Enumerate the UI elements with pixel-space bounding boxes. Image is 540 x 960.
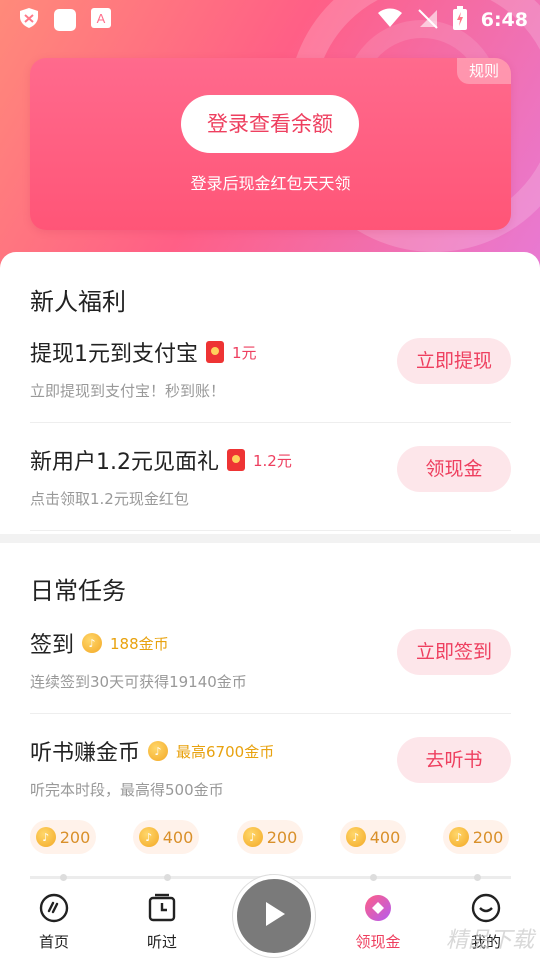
login-subtitle: 登录后现金红包天天领 [190, 174, 351, 193]
history-icon [147, 893, 177, 923]
rules-button[interactable]: 规则 [456, 58, 511, 84]
task-reward: 最高6700金币 [176, 742, 275, 761]
listen-button[interactable]: 去听书 [397, 737, 511, 783]
watermark: 精品下载 [445, 928, 534, 953]
task-withdraw: 提现1元到支付宝 1元 立即提现到支付宝！秒到账！ 立即提现 [30, 314, 511, 423]
task-name: 提现1元到支付宝 [30, 342, 198, 367]
task-name: 听书赚金币 [30, 741, 141, 766]
coin-icon: ♪ [345, 827, 366, 847]
task-description: 听完本时段，最高得500金币 [30, 781, 224, 799]
font-notification-icon: A [90, 7, 112, 33]
coin-icon: ♪ [242, 827, 263, 847]
withdraw-button[interactable]: 立即提现 [397, 338, 511, 384]
no-signal-icon [417, 7, 439, 33]
task-name: 签到 [30, 633, 75, 658]
coin-icon: ♪ [138, 827, 159, 847]
task-reward: 188金币 [110, 634, 169, 653]
app-notification-icon [54, 9, 76, 31]
wifi-icon [377, 8, 403, 32]
red-packet-icon [227, 449, 245, 471]
cash-icon [363, 893, 393, 923]
clock: 6:48 [480, 9, 528, 31]
status-bar: A 6:48 [0, 0, 540, 38]
red-packet-icon [206, 341, 224, 363]
task-description: 连续签到30天可获得19140金币 [30, 673, 247, 691]
coin-icon: ♪ [82, 633, 103, 653]
battery-charging-icon [452, 6, 467, 34]
task-checkin: 签到 ♪ 188金币 连续签到30天可获得19140金币 立即签到 [30, 605, 511, 714]
task-new-user-gift: 新用户1.2元见面礼 1.2元 点击领取1.2元现金红包 领现金 [30, 422, 511, 531]
play-icon [261, 900, 287, 932]
balance-card: 规则 登录查看余额 登录后现金红包天天领 [30, 58, 511, 230]
coin-icon: ♪ [448, 827, 469, 847]
play-button[interactable] [233, 875, 315, 957]
progress-reward: ♪ 200 [443, 820, 509, 854]
svg-text:A: A [97, 11, 106, 26]
coin-icon: ♪ [35, 827, 56, 847]
task-description: 立即提现到支付宝！秒到账！ [30, 382, 226, 400]
section-title-newbie: 新人福利 [30, 288, 126, 316]
task-description: 点击领取1.2元现金红包 [30, 490, 189, 508]
task-reward: 1元 [232, 343, 257, 362]
shield-icon [18, 7, 40, 33]
checkin-button[interactable]: 立即签到 [397, 629, 511, 675]
task-reward: 1.2元 [253, 451, 292, 470]
progress-reward: ♪ 400 [340, 820, 406, 854]
task-listen: 听书赚金币 ♪ 最高6700金币 听完本时段，最高得500金币 去听书 [30, 713, 511, 821]
section-title-daily: 日常任务 [30, 577, 126, 605]
progress-reward: ♪ 400 [133, 820, 199, 854]
progress-reward: ♪ 200 [30, 820, 96, 854]
nav-history[interactable]: 听过 [122, 893, 202, 952]
task-name: 新用户1.2元见面礼 [30, 450, 219, 475]
newbie-section: 新人福利 提现1元到支付宝 1元 立即提现到支付宝！秒到账！ 立即提现 新用户1… [0, 252, 540, 534]
coin-icon: ♪ [148, 741, 169, 761]
claim-cash-button[interactable]: 领现金 [397, 446, 511, 492]
profile-icon [471, 893, 501, 923]
listen-progress: ♪ 200 ♪ 400 ♪ 200 ♪ 400 ♪ 200 [30, 820, 511, 881]
login-button[interactable]: 登录查看余额 [181, 95, 359, 153]
nav-cash[interactable]: 领现金 [338, 893, 418, 952]
progress-reward: ♪ 200 [237, 820, 303, 854]
nav-home[interactable]: 首页 [14, 893, 94, 952]
home-icon [39, 893, 69, 923]
